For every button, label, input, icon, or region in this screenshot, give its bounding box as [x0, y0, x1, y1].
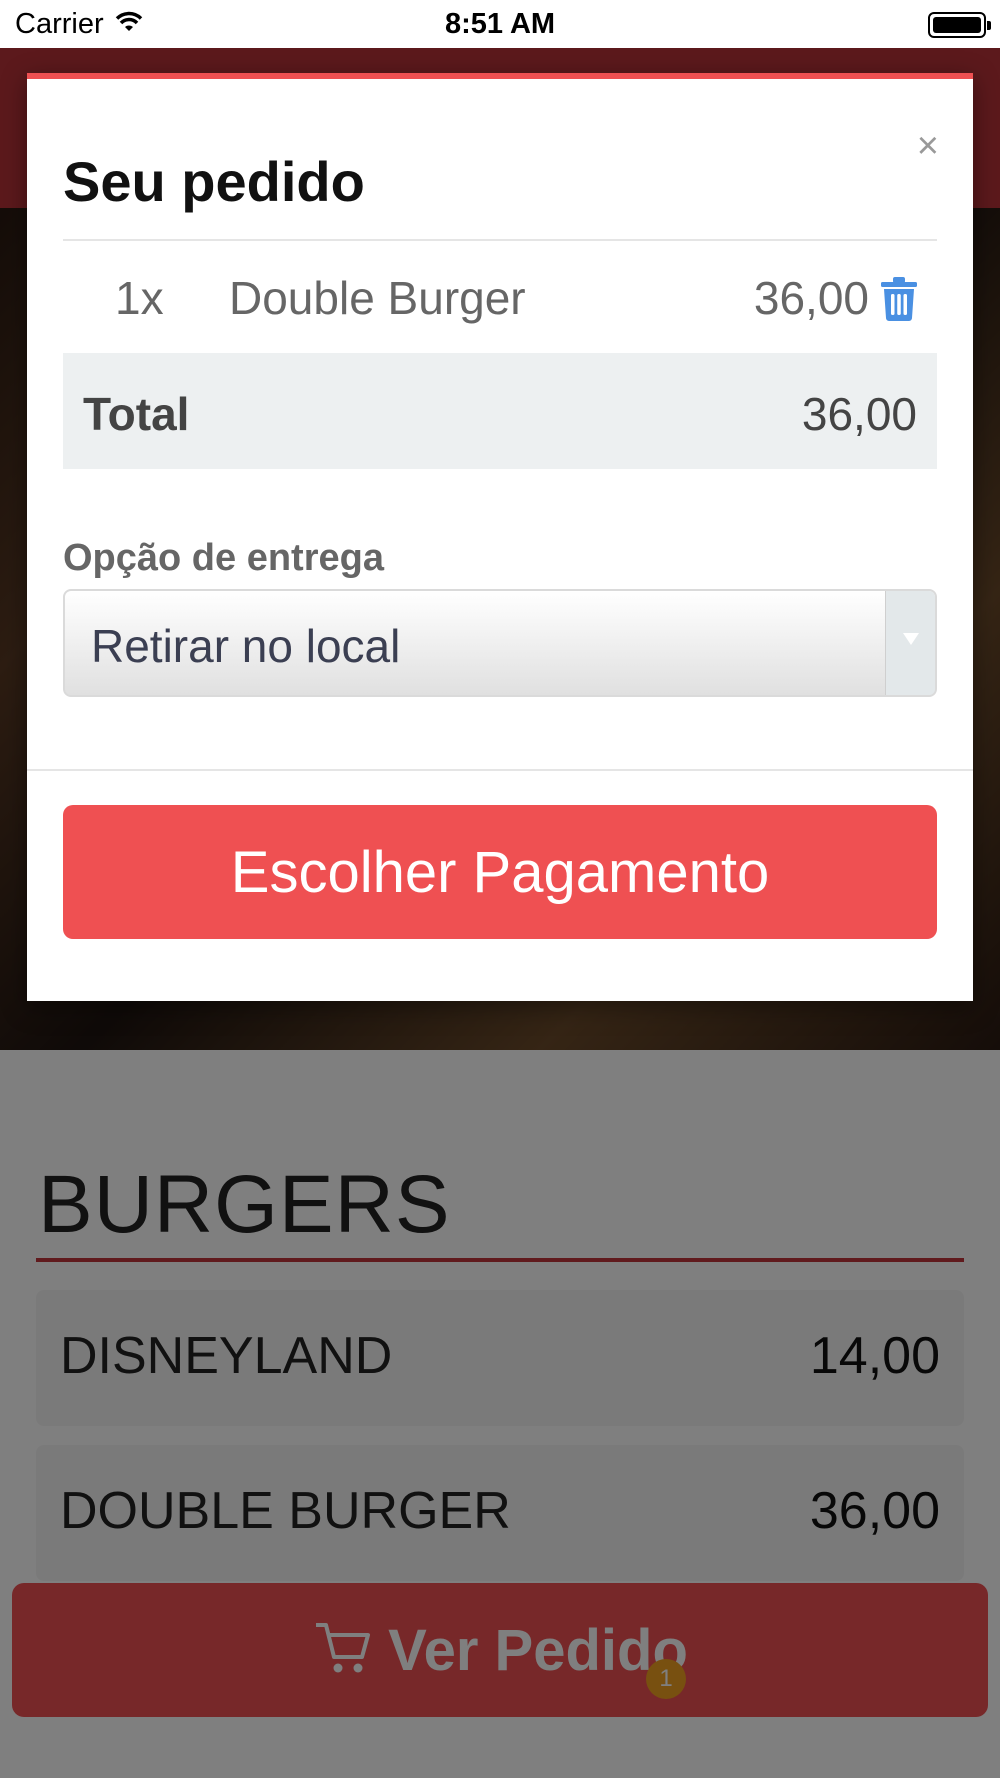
footer-divider — [27, 769, 973, 771]
choose-payment-button[interactable]: Escolher Pagamento — [63, 805, 937, 939]
status-bar: Carrier 8:51 AM — [0, 0, 1000, 48]
order-modal: Seu pedido × 1x Double Burger 36,00 Tota… — [27, 73, 973, 1001]
order-item-price: 36,00 — [753, 272, 869, 324]
close-button[interactable]: × — [917, 125, 939, 168]
delivery-option-select[interactable]: Retirar no local — [63, 589, 937, 697]
clock: 8:51 AM — [444, 8, 556, 40]
delivery-option-value: Retirar no local — [91, 620, 401, 672]
battery-icon — [928, 12, 991, 38]
total-value: 36,00 — [801, 388, 917, 440]
total-label: Total — [83, 388, 190, 440]
order-item-row: 1x Double Burger 36,00 — [63, 241, 937, 353]
total-row: Total 36,00 — [63, 353, 937, 469]
order-item-quantity: 1x — [115, 272, 164, 324]
delivery-option-label: Opção de entrega — [63, 537, 384, 579]
order-item-name: Double Burger — [229, 272, 526, 324]
chevron-down-icon — [885, 591, 935, 695]
trash-icon[interactable] — [879, 277, 919, 321]
modal-title: Seu pedido — [63, 150, 365, 213]
